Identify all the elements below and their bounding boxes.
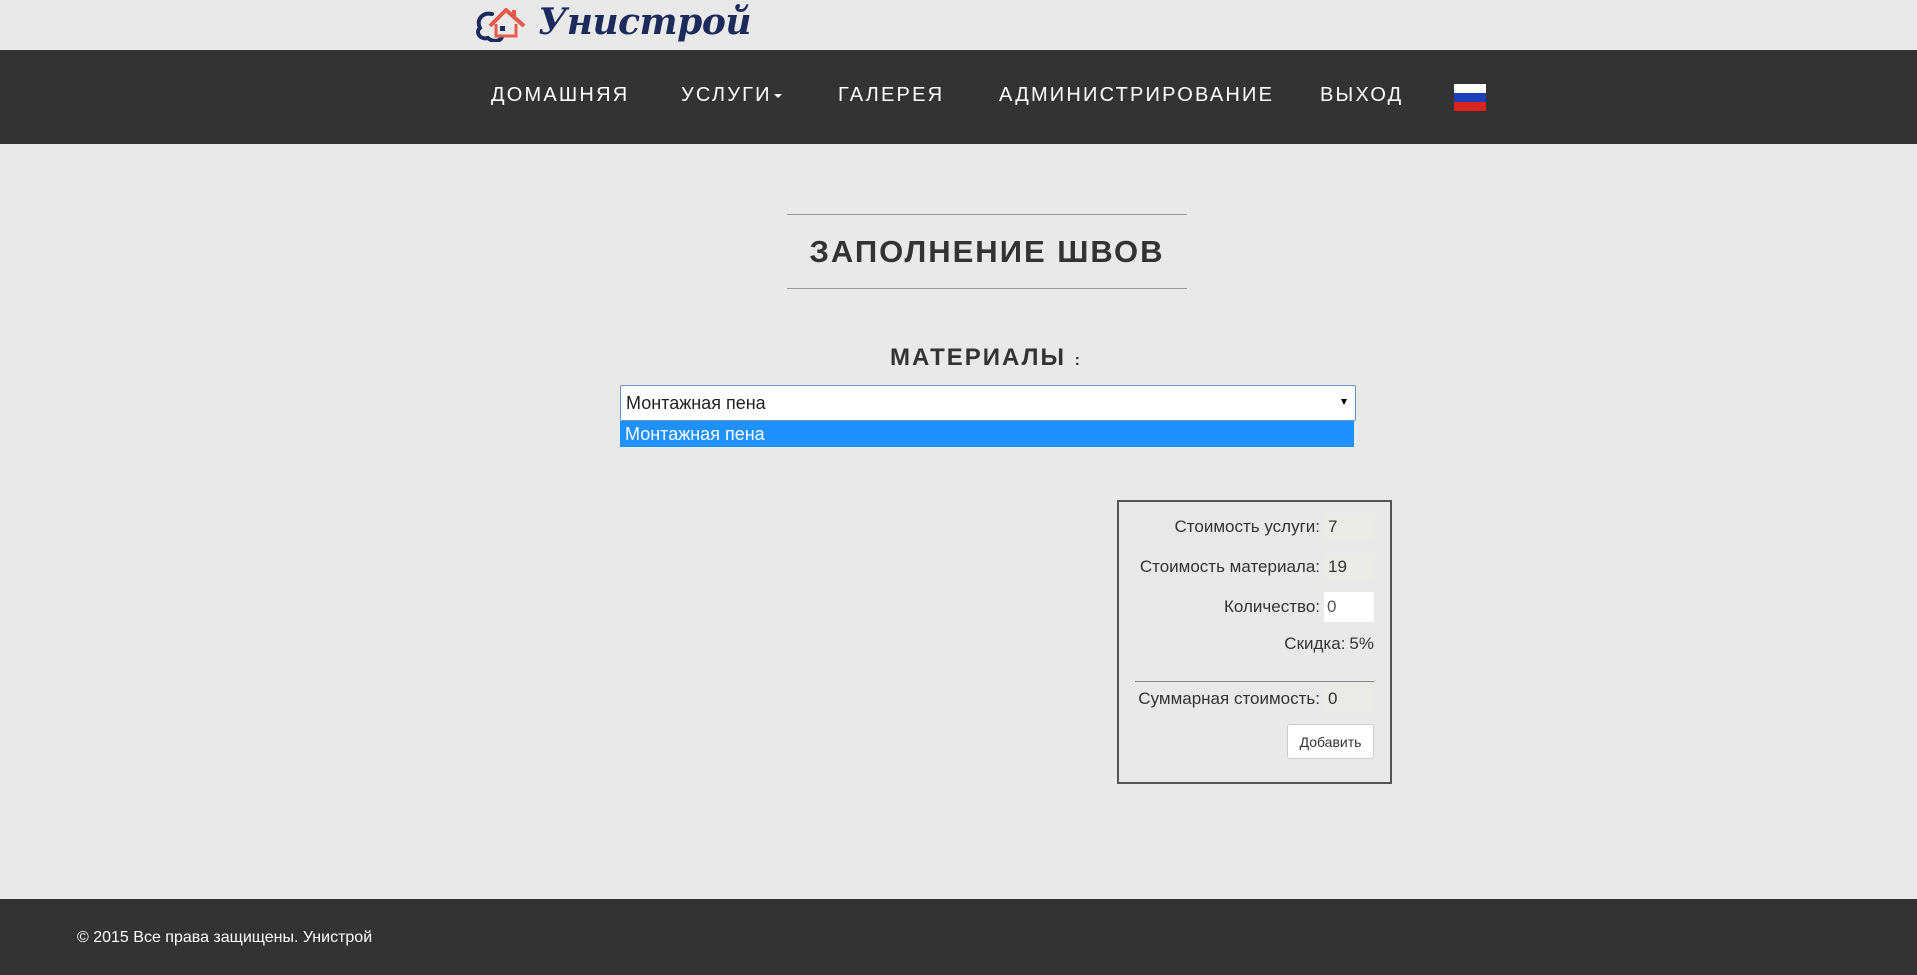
caret-down-icon [773, 93, 782, 98]
total-cost-row: Суммарная стоимость: 0 [1138, 686, 1374, 712]
calculator-panel: Стоимость услуги: 7 Стоимость материала:… [1117, 500, 1392, 784]
discount-value: 5% [1349, 634, 1374, 653]
russia-flag-icon[interactable] [1454, 84, 1486, 111]
copyright-text: © 2015 Все права защищены. Унистрой [77, 929, 373, 946]
house-cloud-logo-icon [476, 8, 526, 42]
nav-item-services-label: УСЛУГИ [681, 84, 772, 106]
top-header: Унистрой [0, 0, 1917, 50]
divider [1135, 681, 1374, 682]
nav-item-services[interactable]: УСЛУГИ [681, 84, 782, 107]
nav-item-administration[interactable]: АДМИНИСТРИРОВАНИЕ [999, 84, 1274, 107]
materials-colon: : [1074, 352, 1082, 369]
nav-item-gallery[interactable]: ГАЛЕРЕЯ [838, 84, 944, 107]
service-cost-label: Стоимость услуги: [1174, 517, 1320, 536]
quantity-input[interactable] [1324, 592, 1374, 622]
add-button[interactable]: Добавить [1287, 724, 1374, 759]
service-cost-row: Стоимость услуги: 7 [1175, 514, 1374, 540]
quantity-row: Количество: [1224, 592, 1374, 622]
material-cost-row: Стоимость материала: 19 [1140, 554, 1374, 580]
materials-select-value: Монтажная пена [626, 393, 766, 413]
discount-label: Скидка: [1284, 634, 1346, 653]
total-cost-value: 0 [1324, 686, 1374, 712]
nav-item-home[interactable]: ДОМАШНЯЯ [491, 84, 629, 107]
footer: © 2015 Все права защищены. Унистрой [0, 899, 1917, 975]
dropdown-arrow-icon [1341, 399, 1347, 405]
total-cost-label: Суммарная стоимость: [1138, 689, 1320, 708]
nav-item-logout[interactable]: ВЫХОД [1320, 84, 1403, 107]
materials-option[interactable]: Монтажная пена [620, 421, 1354, 447]
material-cost-value: 19 [1324, 554, 1374, 580]
page-title: ЗАПОЛНЕНИЕ ШВОВ [809, 233, 1165, 269]
quantity-label: Количество: [1223, 597, 1320, 616]
discount-row: Скидка: 5% [1284, 634, 1374, 654]
service-cost-value: 7 [1324, 514, 1374, 540]
materials-select[interactable]: Монтажная пена [620, 385, 1356, 421]
page-title-block: ЗАПОЛНЕНИЕ ШВОВ [787, 214, 1187, 289]
material-cost-label: Стоимость материала: [1139, 557, 1320, 576]
brand-name: Унистрой [538, 1, 752, 43]
main-navbar: ДОМАШНЯЯ УСЛУГИ ГАЛЕРЕЯ АДМИНИСТРИРОВАНИ… [0, 50, 1917, 144]
logo[interactable]: Унистрой [472, 1, 752, 43]
materials-label: МАТЕРИАЛЫ [889, 344, 1066, 371]
materials-heading: МАТЕРИАЛЫ : [0, 344, 1917, 372]
